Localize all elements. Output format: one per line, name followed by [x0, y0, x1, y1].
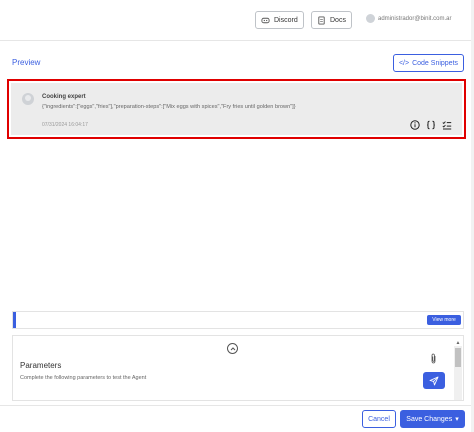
parameters-title: Parameters [20, 361, 62, 370]
save-changes-button[interactable]: Save Changes ▾ [400, 410, 465, 428]
user-avatar-icon [366, 14, 375, 23]
discord-icon [261, 17, 270, 23]
chevron-up-icon [230, 346, 235, 350]
code-snippets-button[interactable]: </> Code Snippets [393, 54, 464, 72]
docs-button[interactable]: Docs [311, 11, 352, 29]
parameters-description: Complete the following parameters to tes… [20, 375, 147, 381]
scrollbar-thumb[interactable] [455, 348, 461, 367]
message-tools [410, 120, 452, 130]
message-timestamp: 07/31/2024 16:04:17 [42, 122, 88, 128]
user-email: administrador@binit.com.ar [378, 15, 452, 22]
parameters-panel [12, 335, 464, 401]
cancel-button[interactable]: Cancel [362, 410, 396, 428]
view-more-accent [13, 312, 16, 328]
send-icon [429, 376, 439, 385]
view-more-bar [12, 311, 464, 329]
agent-name: Cooking expert [42, 94, 86, 100]
save-changes-label: Save Changes [406, 415, 453, 423]
send-button[interactable] [423, 372, 445, 389]
json-braces-icon[interactable] [426, 120, 436, 130]
agent-avatar-icon [22, 93, 34, 105]
discord-label: Discord [274, 16, 298, 24]
user-menu[interactable]: administrador@binit.com.ar [366, 14, 451, 23]
info-icon[interactable] [410, 120, 420, 130]
app-root: Discord Docs administrador@binit.com.ar … [0, 0, 474, 432]
code-snippets-label: Code Snippets [412, 59, 459, 67]
view-more-button[interactable]: View more [427, 315, 461, 325]
paperclip-icon[interactable] [429, 353, 438, 364]
top-bar: Discord Docs administrador@binit.com.ar [0, 0, 474, 41]
preview-title: Preview [12, 58, 41, 67]
message-text: {"ingredients":["eggs","fries"],"prepara… [42, 104, 296, 110]
collapse-toggle[interactable] [227, 343, 238, 354]
document-icon [318, 15, 325, 25]
docs-label: Docs [330, 16, 346, 24]
agent-message-body: Cooking expert {"ingredients":["eggs","f… [11, 83, 462, 135]
code-icon: </> [398, 59, 410, 67]
agent-message: Cooking expert {"ingredients":["eggs","f… [7, 79, 466, 139]
discord-button[interactable]: Discord [255, 11, 304, 29]
checklist-icon[interactable] [442, 120, 452, 130]
caret-down-icon: ▾ [455, 416, 459, 423]
